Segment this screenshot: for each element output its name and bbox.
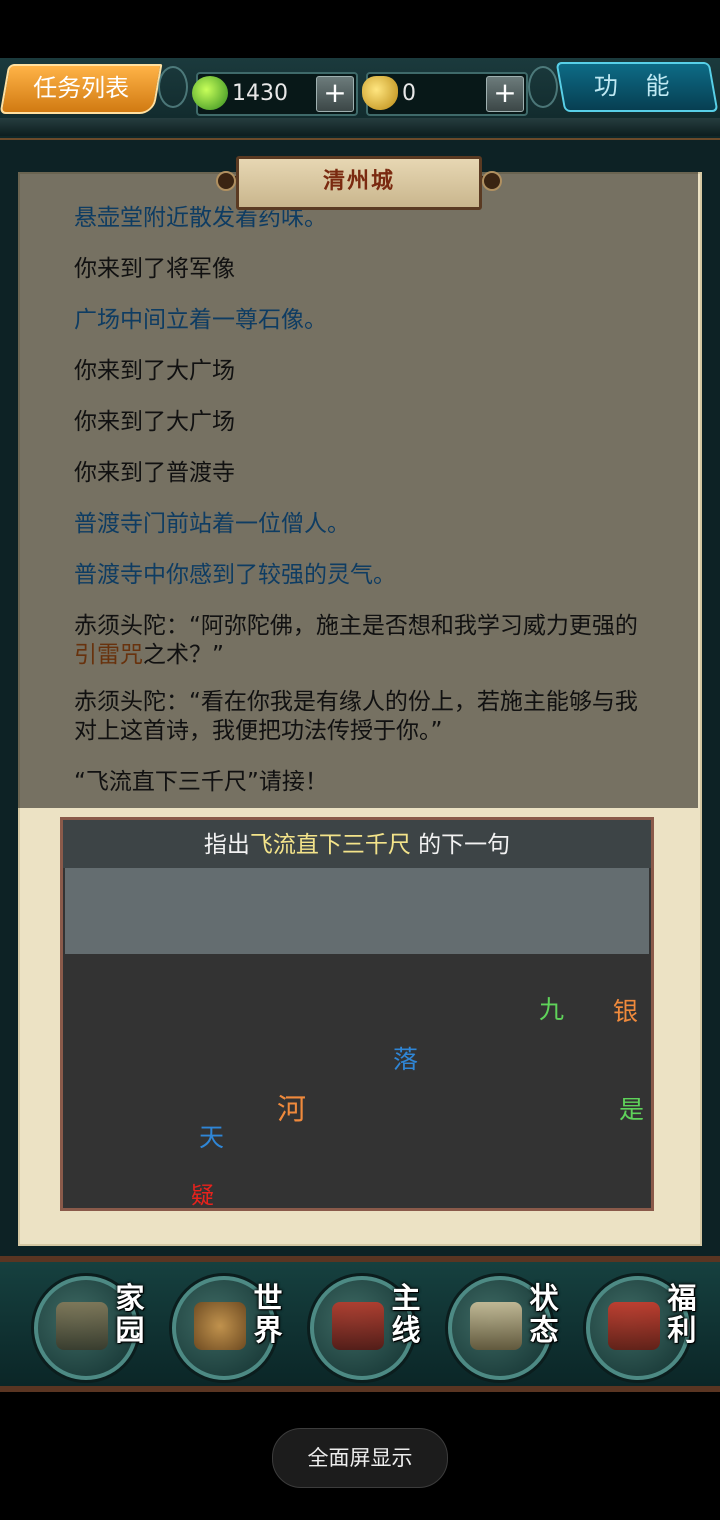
ingot-value: 0: [402, 81, 416, 106]
nav-label: 家园: [115, 1281, 145, 1347]
function-button[interactable]: 功 能: [555, 62, 719, 112]
scroll-icon: [470, 1302, 522, 1350]
location-title: 清州城: [236, 156, 482, 210]
warrior-icon: [332, 1302, 384, 1350]
function-label: 功 能: [593, 72, 680, 100]
char-option[interactable]: 疑: [191, 1176, 214, 1210]
nav-status-button[interactable]: 状态: [448, 1276, 559, 1380]
nav-main-quest-button[interactable]: 主线: [310, 1276, 421, 1380]
task-list-button[interactable]: 任务列表: [0, 64, 163, 114]
char-option[interactable]: 天: [199, 1118, 224, 1154]
coin-value: 1430: [232, 81, 288, 106]
char-option[interactable]: 九: [539, 990, 564, 1026]
cloud-ornament-icon: [158, 66, 188, 108]
coin-counter: 1430 +: [192, 72, 358, 116]
nav-welfare-button[interactable]: 福利: [586, 1276, 697, 1380]
jade-coin-icon: [192, 76, 228, 110]
nav-label: 世界: [253, 1281, 283, 1347]
ingot-counter: 0 +: [362, 72, 528, 116]
plaque-knob: [216, 171, 236, 191]
add-coins-button[interactable]: +: [316, 76, 354, 112]
nav-home-button[interactable]: 家园: [34, 1276, 145, 1380]
gold-ingot-icon: [362, 76, 398, 110]
world-map-icon: [194, 1302, 246, 1350]
plaque-knob: [482, 171, 502, 191]
add-ingots-button[interactable]: +: [486, 76, 524, 112]
house-icon: [56, 1302, 108, 1350]
modal-overlay: [18, 172, 698, 808]
prompt-text: 的下一句: [410, 832, 511, 858]
fullscreen-display-button[interactable]: 全面屏显示: [272, 1428, 448, 1488]
nav-world-button[interactable]: 世界: [172, 1276, 283, 1380]
char-option[interactable]: 是: [619, 1090, 644, 1126]
char-option[interactable]: 落: [393, 1040, 418, 1076]
nav-label: 主线: [391, 1281, 421, 1347]
gift-bag-icon: [608, 1302, 660, 1350]
char-option[interactable]: 河: [277, 1086, 306, 1128]
top-bar: 任务列表 1430 + 0 + 功 能: [0, 58, 720, 140]
topbar-edge: [0, 118, 720, 136]
nav-label: 状态: [529, 1281, 559, 1347]
poem-puzzle: 指出飞流直下三千尺 的下一句 九 银 落 河 是 天 疑: [60, 817, 654, 1211]
poem-line: 飞流直下三千尺: [249, 832, 411, 858]
task-list-label: 任务列表: [33, 74, 130, 102]
puzzle-prompt: 指出飞流直下三千尺 的下一句: [63, 820, 651, 868]
nav-label: 福利: [667, 1281, 697, 1347]
prompt-text: 指出: [203, 832, 250, 858]
bottom-nav: 家园 世界 主线 状态 福利: [0, 1256, 720, 1392]
answer-slot[interactable]: [65, 868, 649, 954]
cloud-ornament-icon: [528, 66, 558, 108]
char-option[interactable]: 银: [613, 992, 638, 1028]
